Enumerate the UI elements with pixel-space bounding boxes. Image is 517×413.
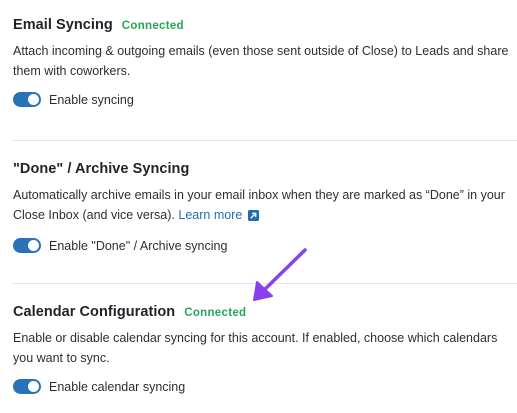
email-syncing-section: Email Syncing Connected Attach incoming … bbox=[13, 17, 508, 107]
enable-archive-syncing-label: Enable "Done" / Archive syncing bbox=[49, 238, 228, 253]
archive-syncing-header: "Done" / Archive Syncing bbox=[13, 161, 503, 177]
enable-calendar-syncing-label: Enable calendar syncing bbox=[49, 379, 186, 394]
calendar-configuration-title: Calendar Configuration bbox=[13, 304, 176, 320]
enable-archive-syncing-toggle[interactable] bbox=[13, 238, 41, 253]
calendar-configuration-description: Enable or disable calendar syncing for t… bbox=[13, 331, 498, 365]
toggle-knob bbox=[28, 94, 39, 105]
enable-syncing-label: Enable syncing bbox=[49, 92, 134, 107]
calendar-configuration-section: Calendar Configuration Connected Enable … bbox=[13, 304, 503, 394]
archive-syncing-section: "Done" / Archive Syncing Automatically a… bbox=[13, 161, 505, 253]
email-syncing-header: Email Syncing Connected bbox=[13, 17, 503, 33]
calendar-status-badge: Connected bbox=[184, 307, 247, 319]
email-syncing-toggle-row: Enable syncing bbox=[13, 92, 503, 107]
calendar-configuration-header: Calendar Configuration Connected bbox=[13, 304, 503, 320]
enable-calendar-syncing-toggle[interactable] bbox=[13, 379, 41, 394]
calendar-syncing-toggle-row: Enable calendar syncing bbox=[13, 379, 503, 394]
section-divider bbox=[13, 140, 517, 141]
annotation-arrow-icon bbox=[253, 248, 307, 301]
email-syncing-title: Email Syncing bbox=[13, 17, 113, 33]
email-syncing-description: Attach incoming & outgoing emails (even … bbox=[13, 44, 509, 78]
learn-more-link[interactable]: Learn more bbox=[178, 208, 242, 222]
archive-syncing-description: Automatically archive emails in your ema… bbox=[13, 185, 509, 227]
email-syncing-status-badge: Connected bbox=[121, 20, 184, 32]
archive-syncing-title: "Done" / Archive Syncing bbox=[13, 161, 190, 177]
external-link-icon[interactable] bbox=[248, 207, 260, 227]
toggle-knob bbox=[28, 381, 39, 392]
toggle-knob bbox=[28, 240, 39, 251]
enable-syncing-toggle[interactable] bbox=[13, 92, 41, 107]
